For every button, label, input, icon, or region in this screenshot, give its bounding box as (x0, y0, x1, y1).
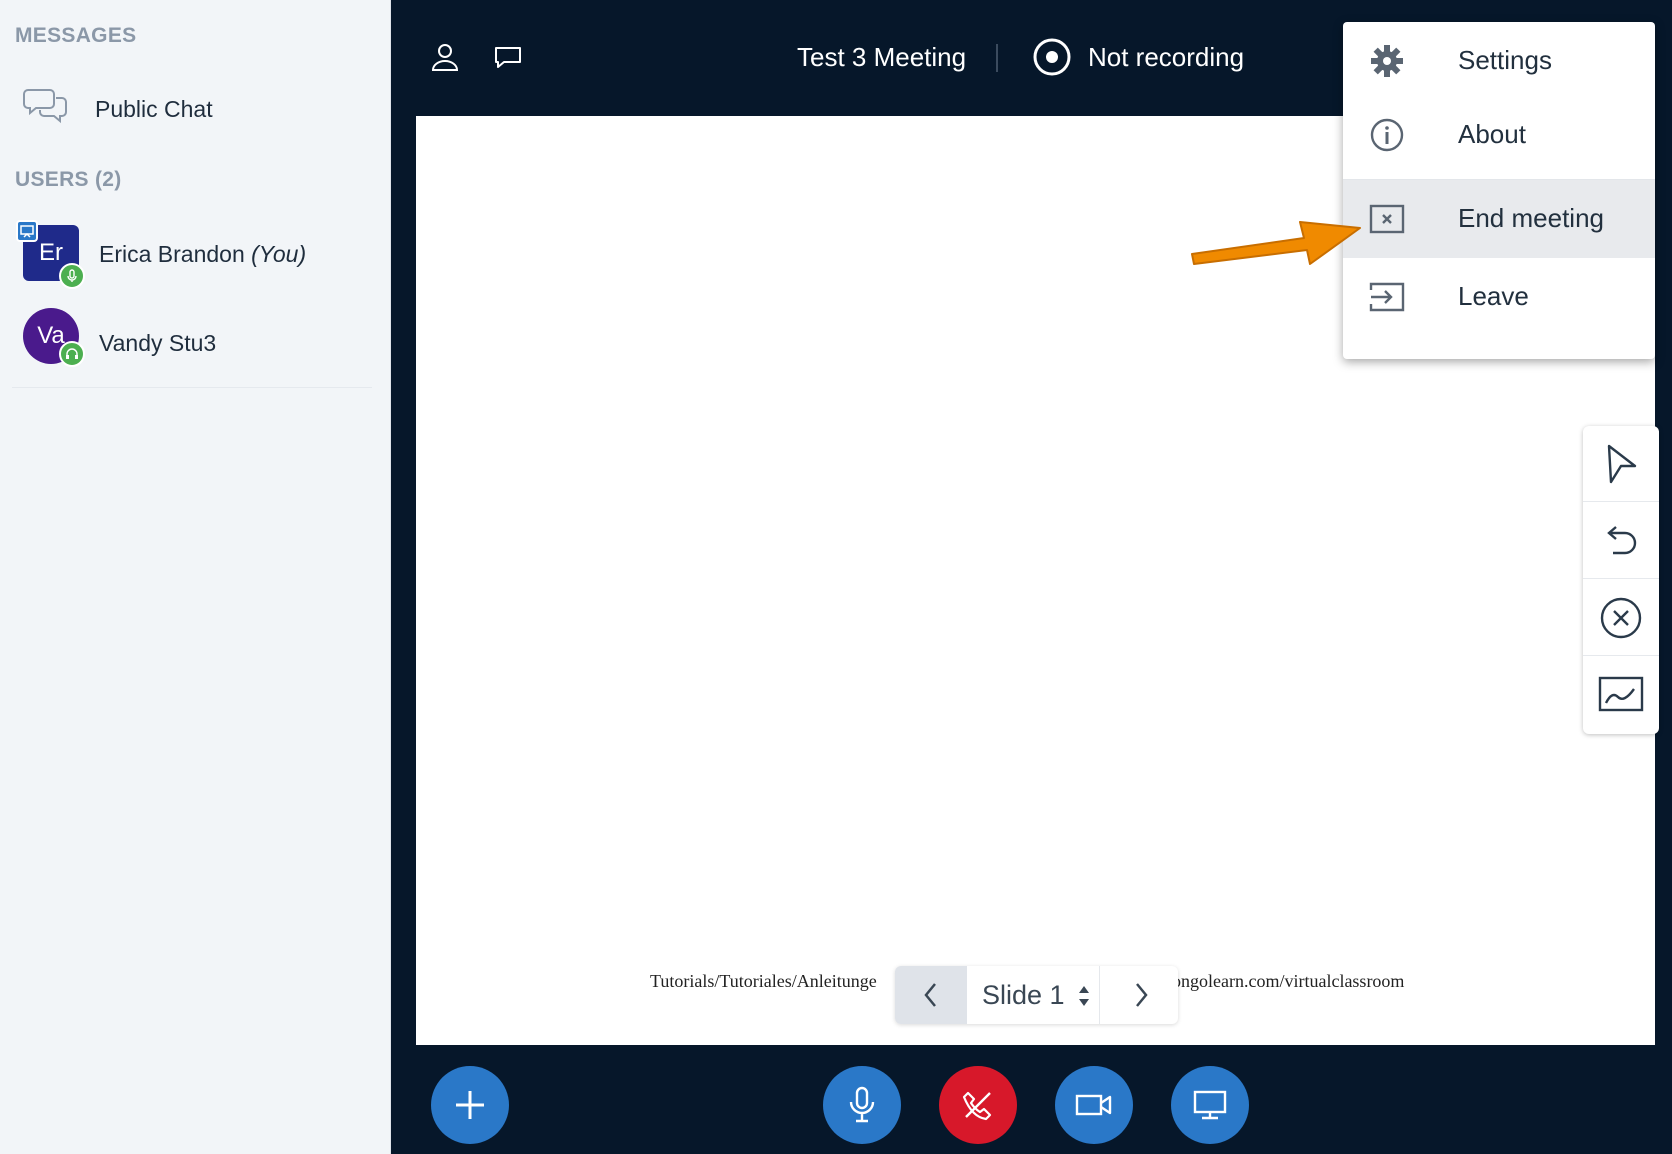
pointer-icon (1607, 444, 1637, 483)
public-chat-item[interactable]: Public Chat (0, 72, 391, 148)
slide-select-label: Slide 1 (982, 980, 1065, 1010)
slide-select[interactable]: Slide 1 (970, 966, 1100, 1024)
user-name: Erica Brandon (You) (99, 241, 306, 268)
recording-status[interactable]: Not recording (1088, 42, 1244, 73)
public-chat-label: Public Chat (95, 96, 213, 122)
user-name-text: Erica Brandon (99, 241, 245, 267)
options-menu: Settings About End meeting Leave (1343, 22, 1655, 359)
meeting-title: Test 3 Meeting (797, 42, 967, 72)
user-icon[interactable] (428, 40, 462, 74)
chevron-left-icon (924, 983, 936, 1007)
menu-item-label: Leave (1458, 281, 1529, 311)
select-arrows-icon (1079, 986, 1089, 1006)
clear-icon (1600, 597, 1642, 638)
microphone-button[interactable] (823, 1066, 901, 1144)
multi-user-whiteboard-button[interactable] (1583, 657, 1659, 733)
record-icon[interactable] (1032, 37, 1072, 77)
info-icon (1370, 118, 1404, 152)
menu-item-leave[interactable]: Leave (1343, 258, 1655, 336)
headphones-status-icon (59, 341, 85, 367)
microphone-icon (849, 1086, 875, 1123)
next-slide-button[interactable] (1103, 966, 1178, 1024)
previous-slide-button[interactable] (895, 966, 967, 1024)
menu-item-end-meeting[interactable]: End meeting (1343, 180, 1655, 258)
users-heading: USERS (2) (15, 168, 122, 191)
screenshare-icon (1193, 1090, 1227, 1120)
avatar-initials: Er (39, 239, 63, 266)
clear-annotations-button[interactable] (1583, 580, 1659, 656)
plus-icon (456, 1091, 484, 1119)
menu-item-settings[interactable]: Settings (1343, 22, 1655, 100)
user-name-text: Vandy Stu3 (99, 330, 217, 356)
menu-item-about[interactable]: About (1343, 96, 1655, 174)
whiteboard-toolbar (1583, 426, 1659, 734)
chat-icon[interactable] (491, 40, 525, 74)
user-item-vandy[interactable]: Va Vandy Stu3 (12, 300, 372, 388)
slide-footer-text-right: ongolearn.com/virtualclassroom (1172, 971, 1405, 991)
sidebar: MESSAGES Public Chat USERS (2) Er Erica … (0, 0, 391, 1154)
messages-heading: MESSAGES (15, 24, 137, 47)
chat-bubbles-icon (23, 89, 67, 124)
menu-item-label: End meeting (1458, 203, 1604, 233)
pointer-tool-button[interactable] (1583, 426, 1659, 502)
slide-navigator: Slide 1 (895, 966, 1178, 1024)
menu-item-label: About (1458, 119, 1526, 149)
share-webcam-button[interactable] (1055, 1066, 1133, 1144)
undo-icon (1607, 525, 1637, 554)
hangup-icon (962, 1091, 992, 1121)
menu-item-label: Settings (1458, 45, 1552, 75)
microphone-status-icon (59, 263, 85, 289)
annotation-arrow-icon (1191, 221, 1361, 265)
undo-button[interactable] (1583, 503, 1659, 579)
exit-icon (1369, 282, 1405, 312)
chevron-right-icon (1135, 983, 1148, 1007)
leave-audio-button[interactable] (939, 1066, 1017, 1144)
action-bar (391, 1045, 1672, 1154)
share-screen-button[interactable] (1171, 1066, 1249, 1144)
you-tag: (You) (251, 241, 307, 267)
user-name: Vandy Stu3 (99, 330, 216, 357)
gear-icon (1371, 45, 1403, 77)
header-divider (996, 44, 998, 72)
user-item-erica[interactable]: Er Erica Brandon (You) (12, 212, 372, 300)
close-box-icon (1369, 204, 1405, 234)
video-icon (1075, 1094, 1112, 1116)
actions-plus-button[interactable] (431, 1066, 509, 1144)
presenter-icon (16, 220, 38, 242)
whiteboard-icon (1598, 676, 1644, 712)
slide-footer-text-left: Tutorials/Tutoriales/Anleitunge (650, 971, 877, 991)
